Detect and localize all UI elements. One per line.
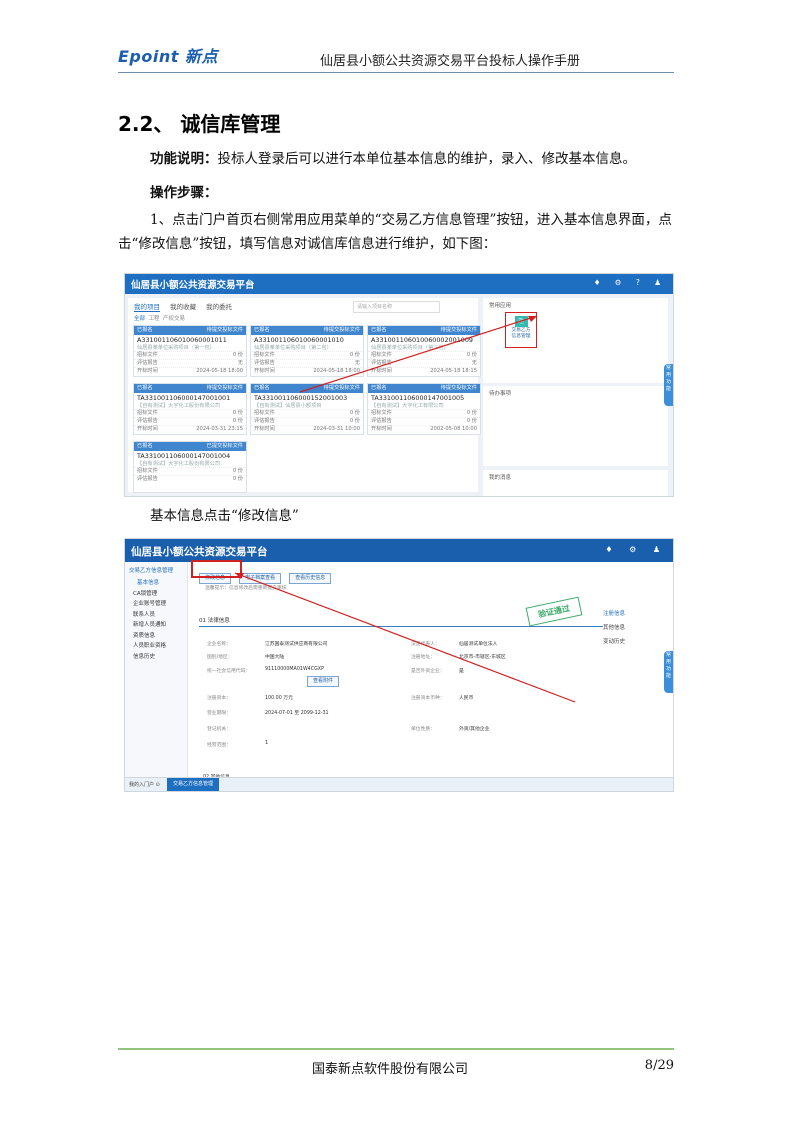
function-description: 功能说明：投标人登录后可以进行本单位基本信息的维护，录入、修改基本信息。 [150, 148, 636, 170]
steps-label: 操作步骤： [150, 185, 218, 201]
footer-company: 国泰新点软件股份有限公司 [311, 1062, 468, 1077]
function-description-text: 投标人登录后可以进行本单位基本信息的维护，录入、修改基本信息。 [217, 151, 637, 167]
annotation-arrow-1 [299, 315, 538, 393]
caption-basic-info: 基本信息点击“修改信息” [150, 508, 299, 524]
footer-divider [118, 1048, 674, 1050]
function-description-label: 功能说明： [150, 151, 218, 167]
header-divider [118, 72, 674, 73]
document-header-title: 仙居县小额公共资源交易平台投标人操作手册 [319, 54, 580, 69]
page-number: 8/29 [644, 1058, 674, 1073]
annotation-arrow-2 [234, 572, 576, 703]
section-heading: 2.2、 诚信库管理 [118, 112, 281, 136]
screenshot-portal-home: 仙居县小额公共资源交易平台 ⌂ ♦ ⚙ ? ♟ 我的项目 我的收藏 我的委托 请… [124, 273, 674, 497]
step-1-text: 1、点击门户首页右侧常用应用菜单的“交易乙方信息管理”按钮，进入基本信息界面，点… [118, 212, 672, 252]
screenshot-basic-info: 仙居县小额公共资源交易平台 ♦ ⚙ ♟ 交易乙方信息管理 基本信息 CA锁管理 企业… [124, 538, 674, 792]
epoint-logo: Epoint 新点 [118, 47, 218, 66]
